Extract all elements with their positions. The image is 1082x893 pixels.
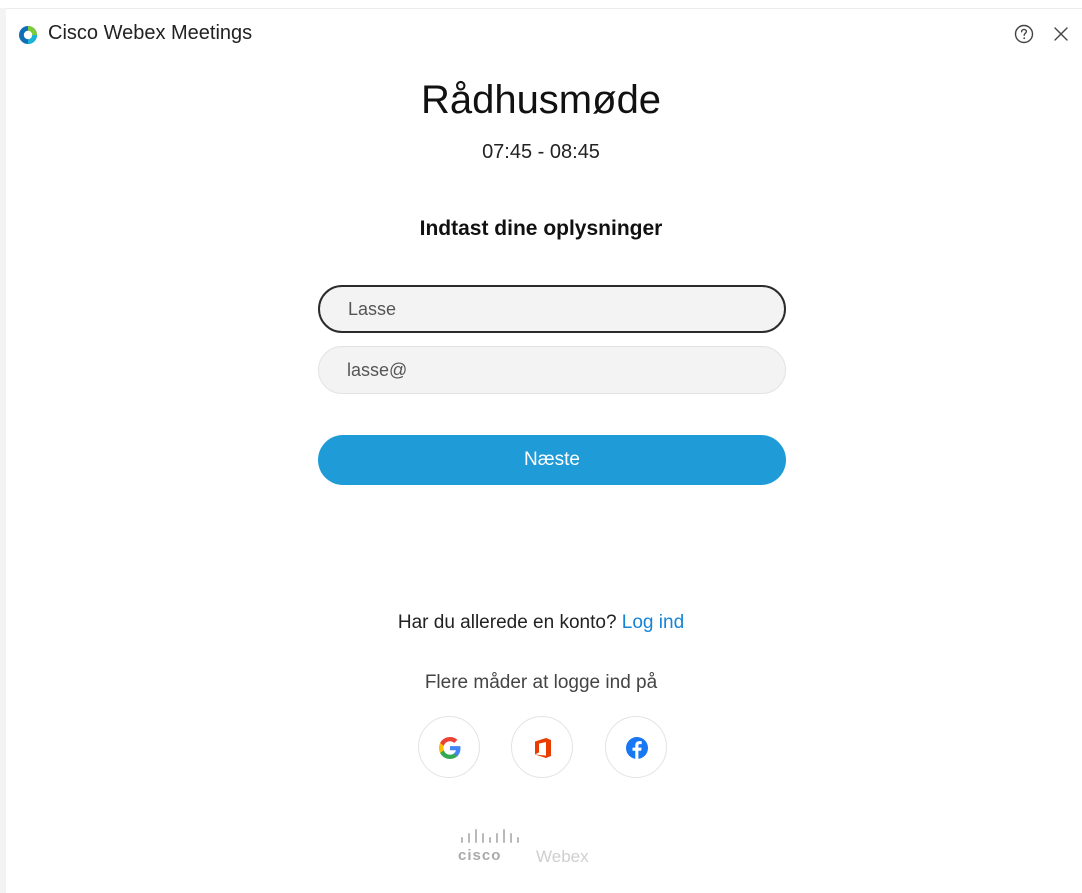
login-link[interactable]: Log ind — [622, 612, 684, 633]
title-bar: Cisco Webex Meetings — [6, 9, 1082, 61]
background-window-strip — [0, 0, 1082, 9]
cisco-wordmark: cisco — [458, 847, 502, 864]
facebook-icon — [626, 737, 648, 759]
app-title: Cisco Webex Meetings — [48, 22, 253, 44]
google-icon — [439, 737, 461, 759]
office-sign-in-button[interactable] — [511, 716, 573, 778]
close-icon[interactable] — [1049, 22, 1073, 46]
google-sign-in-button[interactable] — [418, 716, 480, 778]
have-account-prompt: Har du allerede en konto? — [397, 612, 622, 633]
facebook-sign-in-button[interactable] — [605, 716, 667, 778]
help-icon[interactable] — [1012, 22, 1036, 46]
email-input[interactable] — [318, 346, 786, 394]
more-sign-in-options-label: Flere måder at logge ind på — [424, 672, 658, 693]
next-button[interactable]: Næste — [318, 435, 786, 485]
office-icon — [535, 738, 551, 758]
cisco-webex-logo: cisco Webex — [454, 825, 614, 875]
have-account-row: Har du allerede en konto? Log ind — [0, 612, 1082, 634]
webex-logo-icon — [18, 25, 38, 45]
meeting-time: 07:45 - 08:45 — [482, 141, 600, 163]
webex-wordmark: Webex — [536, 847, 589, 866]
cisco-bars-icon — [461, 829, 519, 843]
form-heading: Indtast dine oplysninger — [419, 217, 663, 240]
name-input[interactable] — [318, 285, 786, 333]
meeting-title: Rådhusmøde — [420, 78, 662, 122]
